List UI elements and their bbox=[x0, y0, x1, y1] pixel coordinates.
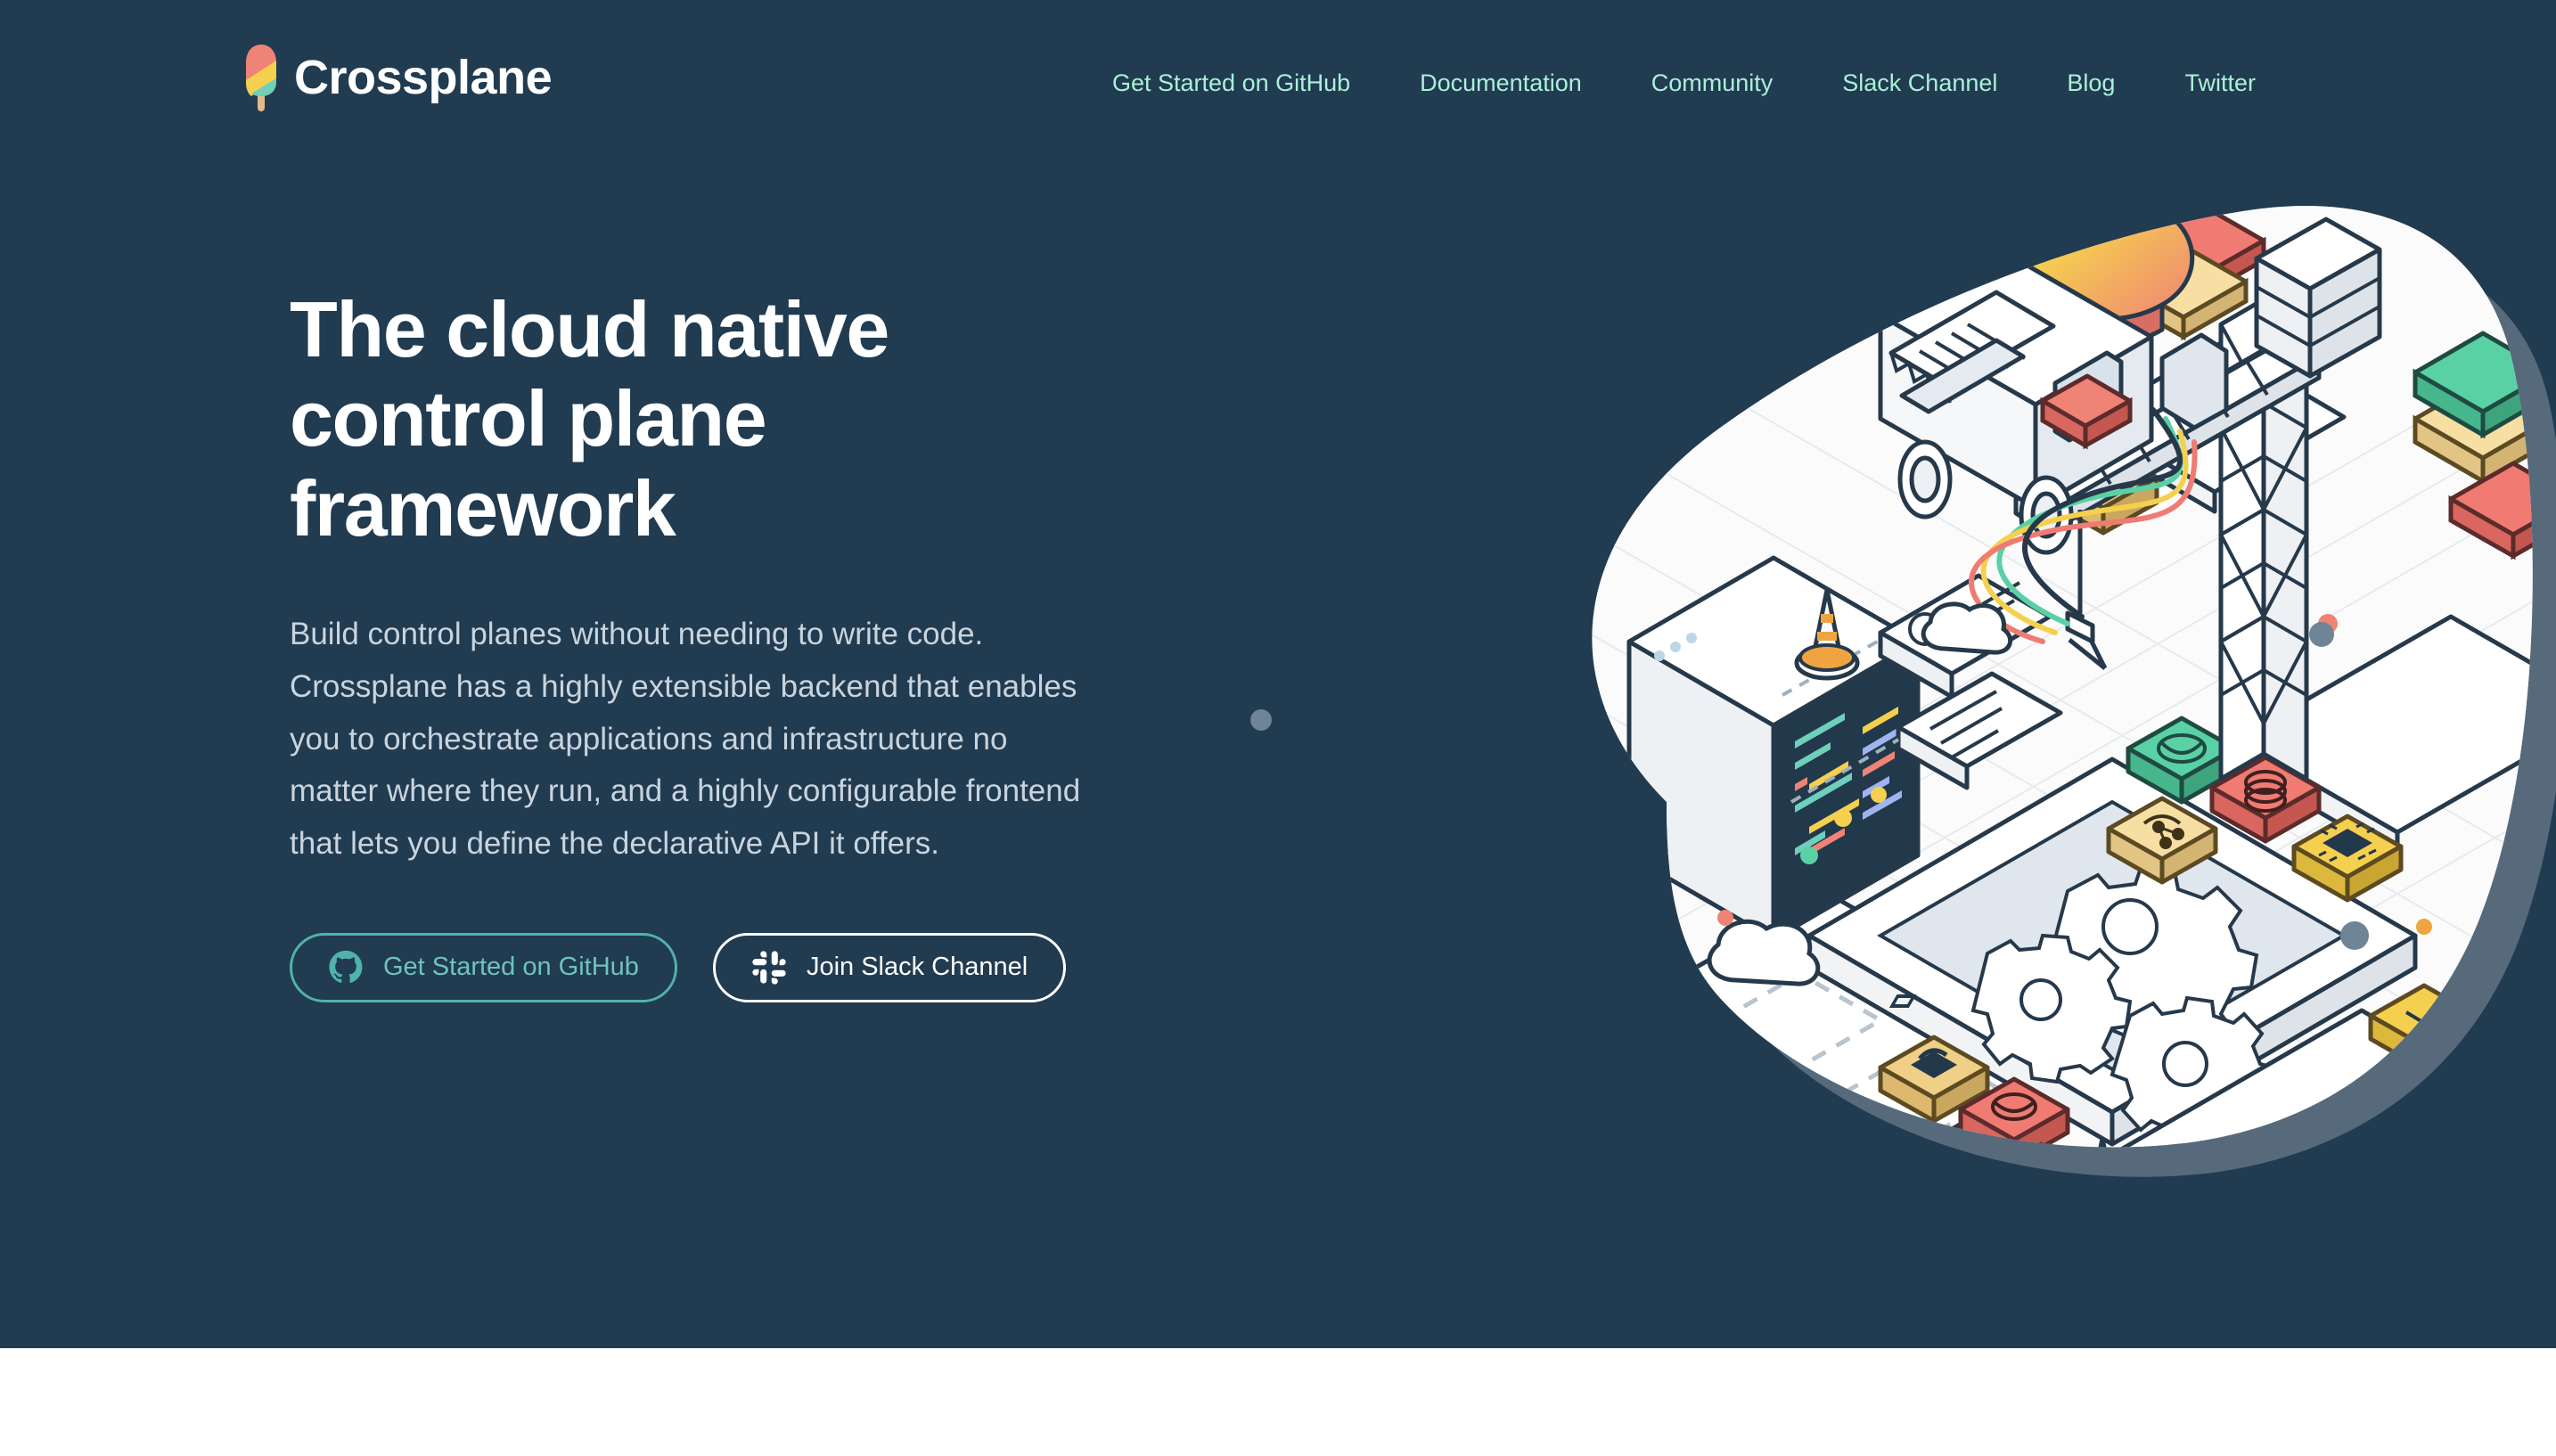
platform-clouds bbox=[1707, 601, 2013, 986]
platform-dots bbox=[1717, 614, 2432, 935]
slack-icon bbox=[752, 951, 786, 985]
platform-slab-upper-right bbox=[2234, 614, 2533, 860]
stacked-cards-top bbox=[2118, 206, 2266, 341]
floating-doc-cards bbox=[1782, 573, 2063, 804]
platform-slab-aws: aws bbox=[2118, 1008, 2533, 1182]
giant-popsicle bbox=[1985, 206, 2195, 347]
crane-payload-tile bbox=[2047, 445, 2159, 536]
stacked-cards-right bbox=[2413, 331, 2533, 560]
svg-text:aws: aws bbox=[2300, 1081, 2446, 1182]
brand-name: Crossplane bbox=[294, 51, 553, 104]
blob-shadow bbox=[1646, 247, 2556, 1177]
get-started-on-github-button[interactable]: Get Started on GitHub bbox=[290, 932, 677, 1002]
popsicle-icon bbox=[246, 45, 276, 111]
nav-community[interactable]: Community bbox=[1651, 62, 1774, 104]
nav-documentation[interactable]: Documentation bbox=[1420, 62, 1582, 104]
site-header: Crossplane Get Started on GitHub Documen… bbox=[0, 0, 2556, 160]
gears bbox=[1970, 865, 2277, 1148]
page-root: aws Crossplane Get Started on GitHub Doc… bbox=[0, 0, 2556, 1456]
hero-illustration: aws bbox=[1096, 125, 2556, 1310]
get-started-on-github-button-label: Get Started on GitHub bbox=[383, 953, 639, 982]
floating-decor-dots bbox=[1250, 622, 2369, 950]
code-editor-window bbox=[1626, 555, 1921, 942]
nav-twitter[interactable]: Twitter bbox=[2184, 62, 2256, 104]
join-slack-channel-button[interactable]: Join Slack Channel bbox=[712, 932, 1067, 1002]
hero-description: Build control planes without needing to … bbox=[290, 616, 1081, 862]
connector-cables bbox=[1969, 407, 2198, 644]
page-body-below-hero bbox=[0, 1348, 2556, 1456]
nav-get-started-on-github[interactable]: Get Started on GitHub bbox=[1112, 62, 1350, 104]
hero-section: aws Crossplane Get Started on GitHub Doc… bbox=[0, 0, 2556, 1348]
hero-action-buttons: Get Started on GitHub Join Slack Channel bbox=[290, 932, 1145, 1002]
nav-blog[interactable]: Blog bbox=[2067, 62, 2115, 104]
github-icon bbox=[329, 950, 363, 983]
iso-grid bbox=[1592, 311, 2533, 1148]
construction-crane bbox=[2013, 217, 2382, 781]
aws-logo: aws bbox=[2280, 1079, 2448, 1182]
main-navigation: Get Started on GitHub Documentation Comm… bbox=[1112, 62, 2256, 104]
service-tiles bbox=[1878, 445, 2533, 1148]
platform-slab-center bbox=[1806, 757, 2418, 1148]
platform-tray-top bbox=[2087, 341, 2347, 514]
hero-content: The cloud native control plane framework… bbox=[290, 285, 1145, 1002]
join-slack-channel-button-label: Join Slack Channel bbox=[806, 953, 1028, 982]
platform-slab-left bbox=[1593, 890, 2097, 1148]
traffic-cones bbox=[1597, 370, 2117, 1148]
ice-cream-truck bbox=[1878, 206, 2195, 555]
page-title: The cloud native control plane framework bbox=[290, 285, 889, 552]
brand-logo-link[interactable]: Crossplane bbox=[242, 43, 553, 112]
nav-slack-channel[interactable]: Slack Channel bbox=[1842, 62, 1997, 104]
blob-platform bbox=[1592, 206, 2533, 1148]
